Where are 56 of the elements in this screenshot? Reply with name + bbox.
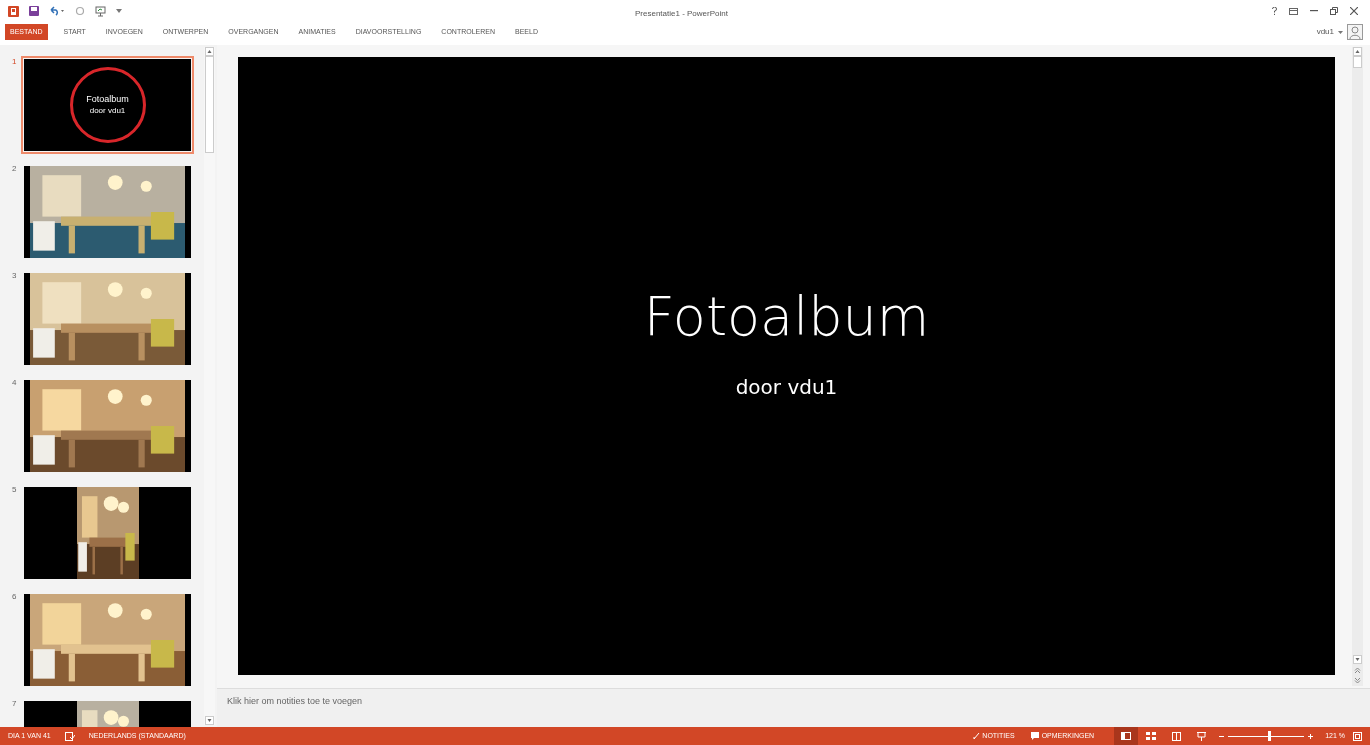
slide-thumbnail[interactable] [21, 270, 194, 368]
grid-icon [1146, 732, 1157, 740]
slide[interactable]: Fotoalbum door vdu1 [238, 57, 1335, 675]
slide-thumbnail[interactable]: Fotoalbum door vdu1 [21, 56, 194, 154]
save-icon[interactable] [29, 6, 39, 16]
zoom-slider-thumb[interactable] [1268, 731, 1272, 741]
scroll-up-icon[interactable] [1353, 47, 1362, 56]
projector-screen-icon [1196, 731, 1206, 741]
next-slide-icon[interactable] [1354, 677, 1361, 684]
slide-number: 2 [11, 163, 18, 175]
slide-number: 3 [11, 270, 18, 282]
comment-icon [1030, 732, 1039, 740]
scrollbar-thumb[interactable] [205, 56, 214, 153]
dropdown-arrow-icon[interactable] [1338, 30, 1343, 34]
scroll-down-icon[interactable] [1353, 655, 1362, 664]
slide-thumbnail[interactable] [21, 163, 194, 261]
thumbnail-title: Fotoalbum [86, 95, 129, 104]
notes-icon [973, 732, 981, 740]
scrollbar-thumb[interactable] [1353, 56, 1362, 68]
scrollbar[interactable] [204, 47, 215, 725]
normal-view-icon [1121, 732, 1132, 740]
slide-thumbnail[interactable] [21, 484, 194, 582]
slide-title[interactable]: Fotoalbum [643, 290, 930, 344]
zoom-in-icon[interactable] [1308, 733, 1314, 739]
scroll-up-icon[interactable] [205, 47, 214, 56]
slideshow-icon[interactable] [95, 5, 106, 17]
slide-number: 4 [11, 377, 18, 389]
close-icon[interactable] [1350, 7, 1358, 15]
slide-thumbnail[interactable] [21, 591, 194, 689]
scroll-down-icon[interactable] [205, 716, 214, 725]
slide-thumbnail[interactable] [21, 377, 194, 475]
slide-number: 5 [11, 484, 18, 496]
powerpoint-app-icon[interactable] [8, 5, 19, 17]
slide-number: 1 [11, 56, 18, 68]
dropdown-arrow-icon[interactable] [116, 9, 122, 13]
restore-icon[interactable] [1330, 7, 1338, 15]
undo-icon[interactable] [49, 6, 65, 16]
zoom-slider[interactable] [1228, 731, 1305, 741]
redo-icon[interactable] [75, 6, 85, 16]
window-title: Presentatie1 - PowerPoint [635, 8, 728, 20]
scrollbar[interactable] [1352, 47, 1363, 686]
fit-to-window-icon[interactable] [1353, 731, 1362, 741]
notes-placeholder[interactable]: Klik hier om notities toe te voegen [227, 695, 363, 709]
user-avatar-icon[interactable] [1347, 24, 1363, 40]
spelling-icon[interactable] [64, 731, 75, 741]
minimize-icon[interactable] [1310, 10, 1318, 12]
ribbon-display-icon[interactable] [1289, 7, 1298, 15]
previous-slide-icon[interactable] [1354, 667, 1361, 674]
slide-subtitle[interactable]: door vdu1 [735, 372, 838, 402]
slide-number: 6 [11, 591, 18, 603]
slide-number: 7 [11, 698, 18, 710]
thumbnail-subtitle: door vdu1 [89, 107, 126, 115]
help-icon[interactable] [1272, 7, 1277, 15]
user-name[interactable]: vdu1 [1316, 26, 1334, 38]
normal-view-button[interactable] [1114, 727, 1139, 745]
book-icon [1171, 731, 1181, 741]
